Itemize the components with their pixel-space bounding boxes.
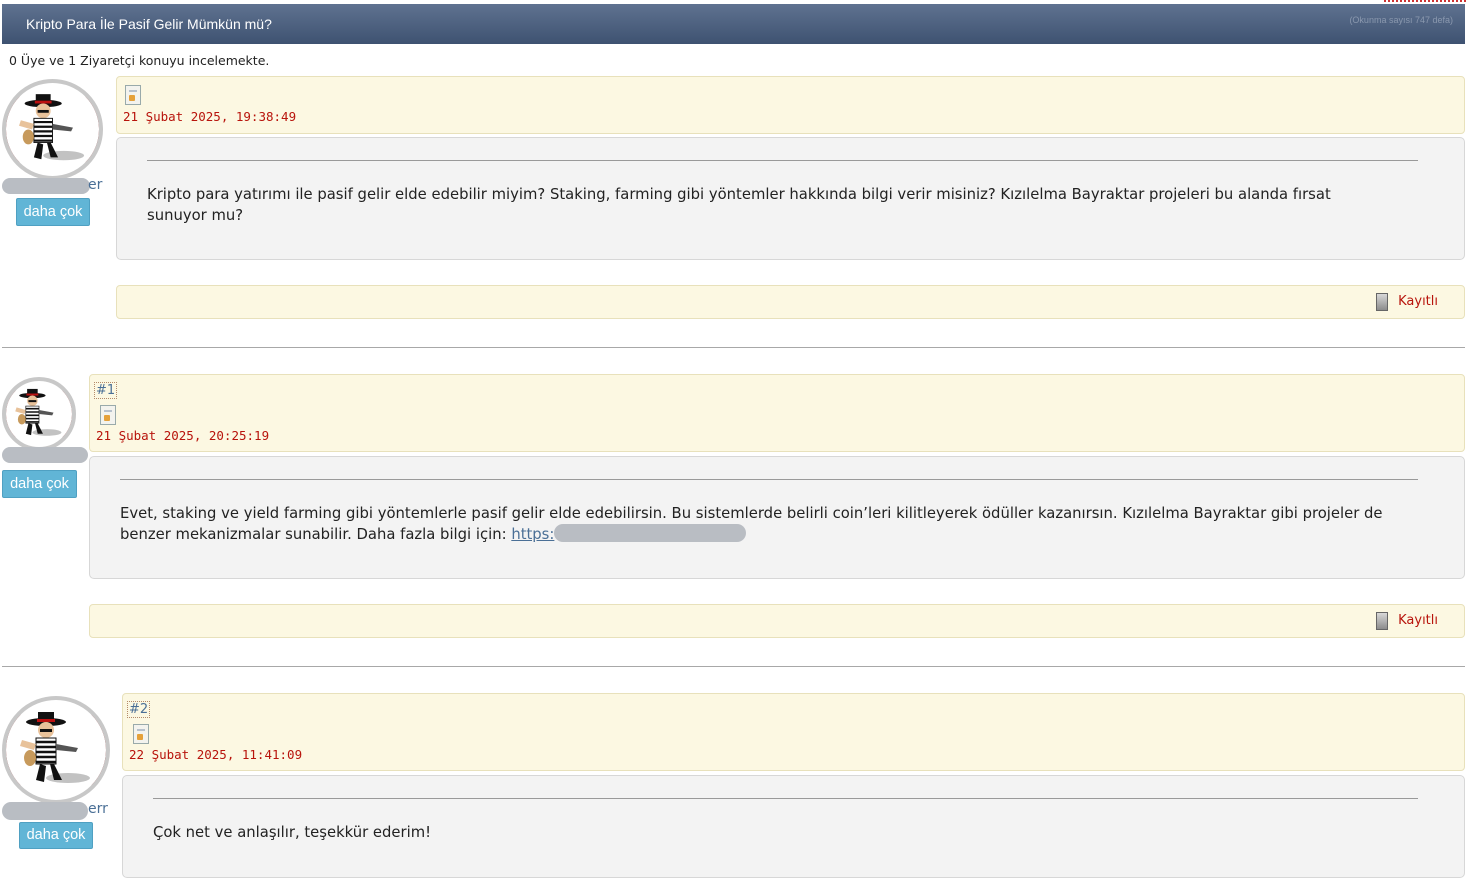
post-text-content: Evet, staking ve yield farming gibi yönt… (120, 505, 1383, 543)
hdd-icon (1376, 612, 1388, 630)
post-body: Kripto para yatırımı ile pasif gelir eld… (116, 137, 1465, 260)
avatar-figure-icon (15, 388, 62, 436)
username-redacted (2, 447, 88, 463)
username-redacted (2, 802, 88, 820)
post-number-link[interactable]: #2 (127, 701, 151, 718)
post-header: #2 22 Şubat 2025, 11:41:09 (122, 693, 1465, 771)
post-text: Kripto para yatırımı ile pasif gelir eld… (147, 186, 1331, 224)
username-suffix[interactable]: err (88, 801, 108, 817)
link-redacted (554, 524, 747, 542)
post-divider (120, 479, 1418, 480)
post-number-link[interactable]: #1 (94, 382, 118, 399)
thread-title: Kripto Para İle Pasif Gelir Mümkün mü? (26, 16, 272, 32)
username-suffix[interactable]: er (88, 177, 102, 193)
viewers-info: 0 Üye ve 1 Ziyaretçi konuyu incelemekte. (9, 53, 270, 68)
post-separator (2, 666, 1465, 667)
post-text: Çok net ve anlaşılır, teşekkür ederim! (153, 824, 432, 841)
more-button[interactable]: daha çok (2, 470, 77, 498)
avatar-figure-icon (19, 94, 85, 161)
avatar[interactable] (2, 696, 110, 804)
post-footer: Kayıtlı (116, 285, 1465, 319)
post-date: 21 Şubat 2025, 20:25:19 (96, 428, 270, 443)
post-icon (133, 724, 149, 744)
post-header: 21 Şubat 2025, 19:38:49 (116, 76, 1465, 134)
post-icon (125, 85, 141, 105)
post-header: #1 21 Şubat 2025, 20:25:19 (89, 374, 1465, 452)
more-button[interactable]: daha çok (16, 198, 90, 226)
post-date: 22 Şubat 2025, 11:41:09 (129, 747, 303, 762)
avatar[interactable] (2, 377, 76, 451)
post-separator (2, 347, 1465, 348)
username-redacted (2, 178, 90, 194)
thread-title-bar: Kripto Para İle Pasif Gelir Mümkün mü? (… (2, 4, 1465, 44)
more-button[interactable]: daha çok (19, 822, 93, 849)
post-footer: Kayıtlı (89, 604, 1465, 638)
post-divider (153, 798, 1418, 799)
member-status: Kayıtlı (1398, 294, 1438, 309)
hdd-icon (1376, 293, 1388, 311)
read-count: (Okunma sayısı 747 defa) (1349, 15, 1453, 25)
post-text: Evet, staking ve yield farming gibi yönt… (120, 503, 1394, 545)
post-body: Evet, staking ve yield farming gibi yönt… (89, 456, 1465, 579)
post-icon (100, 405, 116, 425)
post-date: 21 Şubat 2025, 19:38:49 (123, 109, 297, 124)
post-body: Çok net ve anlaşılır, teşekkür ederim! (122, 775, 1465, 878)
external-link[interactable]: https: (511, 526, 554, 543)
member-status: Kayıtlı (1398, 613, 1438, 628)
avatar-figure-icon (20, 712, 90, 783)
post-divider (147, 160, 1418, 161)
avatar[interactable] (2, 79, 103, 180)
